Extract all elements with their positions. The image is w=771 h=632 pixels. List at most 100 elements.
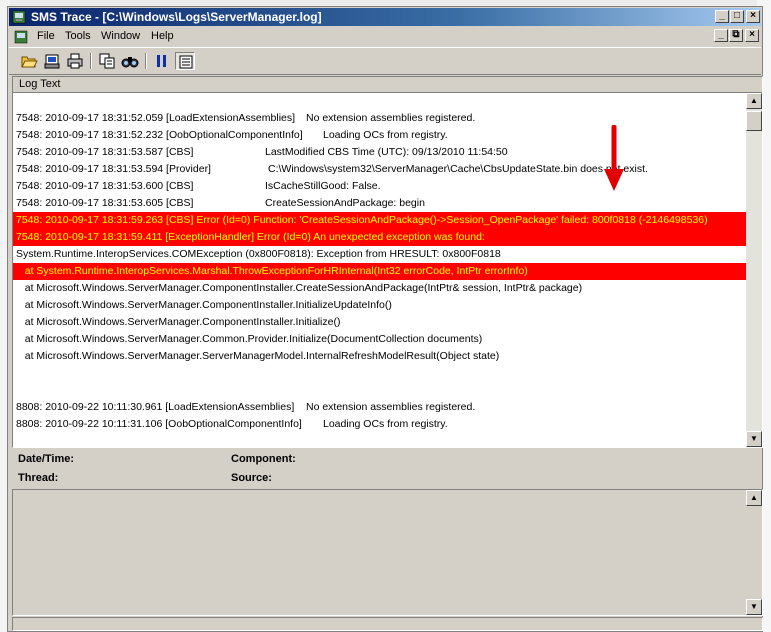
toolbar-separator <box>90 53 92 69</box>
entry-details: Date/Time: Component: Thread: Source: <box>12 448 763 488</box>
red-arrow-annotation <box>604 125 624 191</box>
log-row-message: LastModified CBS Time (UTC): 09/13/2010 … <box>265 146 508 158</box>
log-row[interactable]: 7548: 2010-09-17 18:31:52.059 [LoadExten… <box>13 110 746 127</box>
log-row-message: No extension assemblies registered. <box>306 112 476 124</box>
message-detail-pane[interactable]: ▲ ▼ <box>12 489 763 616</box>
log-row[interactable]: at Microsoft.Windows.ServerManager.Commo… <box>13 331 746 348</box>
minimize-button[interactable]: _ <box>715 10 729 23</box>
log-row-message: IsCacheStillGood: False. <box>265 180 381 192</box>
log-row-text: 7548: 2010-09-17 18:31:53.605 [CBS] <box>16 197 194 209</box>
log-row[interactable]: 7548: 2010-09-17 18:31:52.232 [OobOption… <box>13 127 746 144</box>
log-row[interactable]: at Microsoft.Windows.ServerManager.Compo… <box>13 314 746 331</box>
log-row[interactable]: 7548: 2010-09-17 18:31:53.587 [CBS] LastM… <box>13 144 746 161</box>
menu-tools[interactable]: Tools <box>65 30 91 42</box>
log-row-text: at System.Runtime.InteropServices.Marsha… <box>16 265 528 277</box>
log-row-text: 8808: 2010-09-22 10:11:30.961 [LoadExten… <box>16 401 295 413</box>
log-row-text: at Microsoft.Windows.ServerManager.Compo… <box>16 299 392 311</box>
log-row-text: System.Runtime.InteropServices.COMExcept… <box>16 248 501 260</box>
open-button[interactable] <box>19 52 39 70</box>
menu-file[interactable]: File <box>37 30 55 42</box>
column-header-label: Log Text <box>19 78 61 90</box>
log-row-text: 8808: 2010-09-22 10:11:31.106 [OobOption… <box>16 418 302 430</box>
find-icon <box>121 57 139 68</box>
log-row[interactable]: 8808: 2010-09-22 10:11:30.961 [LoadExten… <box>13 399 746 416</box>
detail-scroll-down-button[interactable]: ▼ <box>746 599 762 615</box>
log-row-error[interactable]: at System.Runtime.InteropServices.Marsha… <box>13 263 746 280</box>
open-icon <box>21 56 38 68</box>
scroll-up-icon: ▲ <box>750 96 758 105</box>
mdi-close-button[interactable]: × <box>745 29 759 42</box>
log-row[interactable]: at Microsoft.Windows.ServerManager.Compo… <box>13 280 746 297</box>
thread-label: Thread: <box>18 472 59 484</box>
scroll-down-icon: ▼ <box>750 602 758 611</box>
log-row-text: 7548: 2010-09-17 18:31:52.232 [OobOption… <box>16 129 303 141</box>
sms-trace-app-icon <box>12 10 26 24</box>
log-row-text: at Microsoft.Windows.ServerManager.Compo… <box>16 316 341 328</box>
sms-trace-window: SMS Trace - [C:\Windows\Logs\ServerManag… <box>7 6 763 632</box>
scroll-down-icon: ▼ <box>750 434 758 443</box>
log-row-error[interactable]: 7548: 2010-09-17 18:31:59.263 [CBS] Erro… <box>13 212 746 229</box>
scroll-up-icon: ▲ <box>750 493 758 502</box>
title-bar[interactable]: SMS Trace - [C:\Windows\Logs\ServerManag… <box>9 8 761 26</box>
detail-vertical-scrollbar[interactable]: ▲ ▼ <box>746 490 762 615</box>
log-row[interactable] <box>13 365 746 382</box>
print-preview-icon <box>44 54 60 69</box>
log-row[interactable]: 7548: 2010-09-17 18:31:53.605 [CBS] Creat… <box>13 195 746 212</box>
log-row[interactable] <box>13 93 746 110</box>
copy-icon <box>99 53 115 69</box>
mdi-minimize-button[interactable]: _ <box>714 29 728 42</box>
log-row[interactable]: at Microsoft.Windows.ServerManager.Compo… <box>13 297 746 314</box>
maximize-button[interactable]: □ <box>730 10 744 23</box>
toolbar <box>9 47 761 75</box>
window-title: SMS Trace - [C:\Windows\Logs\ServerManag… <box>31 10 322 24</box>
scroll-up-button[interactable]: ▲ <box>746 93 762 109</box>
status-bar <box>12 617 763 631</box>
print-icon <box>67 53 83 69</box>
component-label: Component: <box>231 453 296 465</box>
document-icon[interactable] <box>13 29 29 45</box>
log-row[interactable]: 8808: 2010-09-22 10:11:31.106 [OobOption… <box>13 416 746 433</box>
log-row-error[interactable]: 7548: 2010-09-17 18:31:59.411 [Exception… <box>13 229 746 246</box>
source-label: Source: <box>231 472 272 484</box>
print-button[interactable] <box>65 52 85 70</box>
pause-button[interactable] <box>152 52 172 70</box>
highlight-toggle-button[interactable] <box>175 52 195 70</box>
log-vertical-scrollbar[interactable]: ▲ ▼ <box>746 93 762 447</box>
log-row[interactable] <box>13 382 746 399</box>
log-row-message: CreateSessionAndPackage: begin <box>265 197 425 209</box>
log-row-text: 7548: 2010-09-17 18:31:59.263 [CBS] Erro… <box>16 214 708 226</box>
log-row-text: at Microsoft.Windows.ServerManager.Serve… <box>16 350 500 362</box>
log-row-text: 7548: 2010-09-17 18:31:59.411 [Exception… <box>16 231 485 243</box>
log-row[interactable]: 7548: 2010-09-17 18:31:53.600 [CBS] IsCac… <box>13 178 746 195</box>
log-list[interactable]: Log Text 7548: 2010-09-17 18:31:52.059 [… <box>12 76 763 448</box>
log-row-text: at Microsoft.Windows.ServerManager.Compo… <box>16 282 583 294</box>
log-row-text: at Microsoft.Windows.ServerManager.Commo… <box>16 333 483 345</box>
pause-icon <box>157 55 166 67</box>
log-row-text: 7548: 2010-09-17 18:31:53.594 [Provider] <box>16 163 211 175</box>
log-row[interactable]: System.Runtime.InteropServices.COMExcept… <box>13 246 746 263</box>
copy-button[interactable] <box>97 52 117 70</box>
menu-help[interactable]: Help <box>151 30 174 42</box>
log-row[interactable]: 7548: 2010-09-17 18:31:53.594 [Provider]… <box>13 161 746 178</box>
log-row-message: No extension assemblies registered. <box>306 401 476 413</box>
log-row-message: C:\Windows\system32\ServerManager\Cache\… <box>268 163 648 175</box>
detail-scroll-up-button[interactable]: ▲ <box>746 490 762 506</box>
mdi-restore-button[interactable]: ⧉ <box>729 29 743 42</box>
scroll-down-button[interactable]: ▼ <box>746 431 762 447</box>
find-button[interactable] <box>120 52 140 70</box>
log-row-message: Loading OCs from registry. <box>323 418 448 430</box>
close-button[interactable]: × <box>746 10 760 23</box>
menu-bar: File Tools Window Help <box>9 27 761 46</box>
log-row-text: 7548: 2010-09-17 18:31:52.059 [LoadExten… <box>16 112 296 124</box>
log-text-column-header[interactable]: Log Text <box>13 77 762 93</box>
log-row[interactable]: at Microsoft.Windows.ServerManager.Serve… <box>13 348 746 365</box>
datetime-label: Date/Time: <box>18 453 75 465</box>
log-rows: 7548: 2010-09-17 18:31:52.059 [LoadExten… <box>13 93 746 447</box>
log-row-text: 7548: 2010-09-17 18:31:53.600 [CBS] <box>16 180 194 192</box>
menu-window[interactable]: Window <box>101 30 140 42</box>
toolbar-separator <box>145 53 147 69</box>
log-row-message: Loading OCs from registry. <box>323 129 448 141</box>
highlight-icon <box>179 55 193 69</box>
scroll-thumb[interactable] <box>746 111 762 131</box>
print-preview-button[interactable] <box>42 52 62 70</box>
